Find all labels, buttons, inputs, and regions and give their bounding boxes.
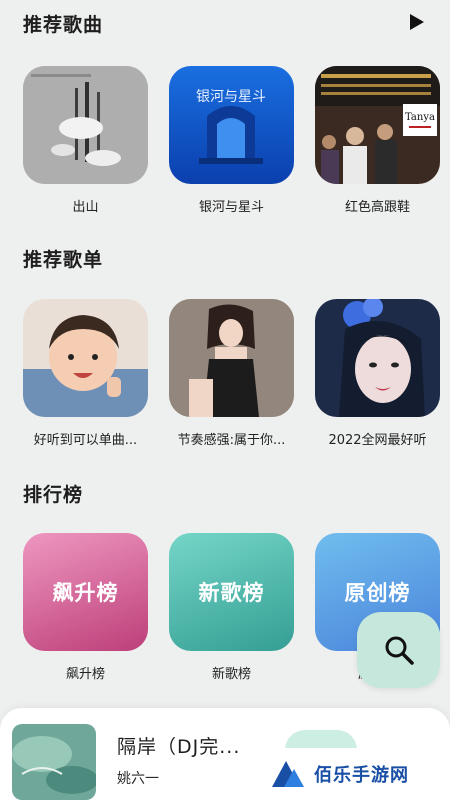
chart-card[interactable]: 飙升榜 飙升榜 [23,533,148,682]
song-card[interactable]: Tanya 红色高跟鞋 [315,66,440,215]
songs-row: 出山 银河与星斗 银河与星斗 Tanya 红色高跟鞋 [0,66,450,216]
playlist-card[interactable]: 2022全网最好听 [315,299,440,448]
watermark-logo-icon [272,761,304,787]
player-cover[interactable] [12,724,96,800]
chart-label: 新歌榜 [211,667,251,682]
playlist-cover [315,299,440,417]
playlist-cover [23,299,148,417]
song-cover [23,66,148,184]
song-label: 出山 [72,200,99,215]
player-song-title: 隔岸（DJ完... [117,736,241,758]
chart-cover: 新歌榜 [169,533,294,651]
cover-text: 银河与星斗 [196,89,266,105]
playlist-label: 好听到可以单曲... [33,433,138,448]
song-card[interactable]: 出山 [23,66,148,215]
player-artist: 姚六一 [117,771,159,787]
playlist-card[interactable]: 节奏感强:属于你... [169,299,294,448]
search-icon [385,636,414,665]
playlist-label: 节奏感强:属于你... [177,433,286,448]
songs-section-title: 推荐歌曲 [23,14,104,36]
playlists-row: 好听到可以单曲... 节奏感强:属于你... 2022全网最好听 [0,299,450,449]
search-button[interactable] [357,612,440,688]
cover-text: Tanya [405,112,435,123]
playlist-cover [169,299,294,417]
song-label: 红色高跟鞋 [344,200,410,215]
watermark-text: 佰乐手游网 [314,765,409,786]
song-cover: Tanya [315,66,440,184]
playlists-section-title: 推荐歌单 [23,249,104,271]
watermark: 佰乐手游网 [250,748,450,800]
song-card[interactable]: 银河与星斗 银河与星斗 [169,66,294,215]
playlist-label: 2022全网最好听 [328,433,427,448]
song-cover: 银河与星斗 [169,66,294,184]
play-icon[interactable] [408,13,426,31]
chart-card[interactable]: 新歌榜 新歌榜 [169,533,294,682]
chart-cover: 飙升榜 [23,533,148,651]
song-label: 银河与星斗 [198,200,264,215]
chart-label: 飙升榜 [65,667,105,682]
playlist-card[interactable]: 好听到可以单曲... [23,299,148,448]
charts-section-title: 排行榜 [23,484,84,506]
